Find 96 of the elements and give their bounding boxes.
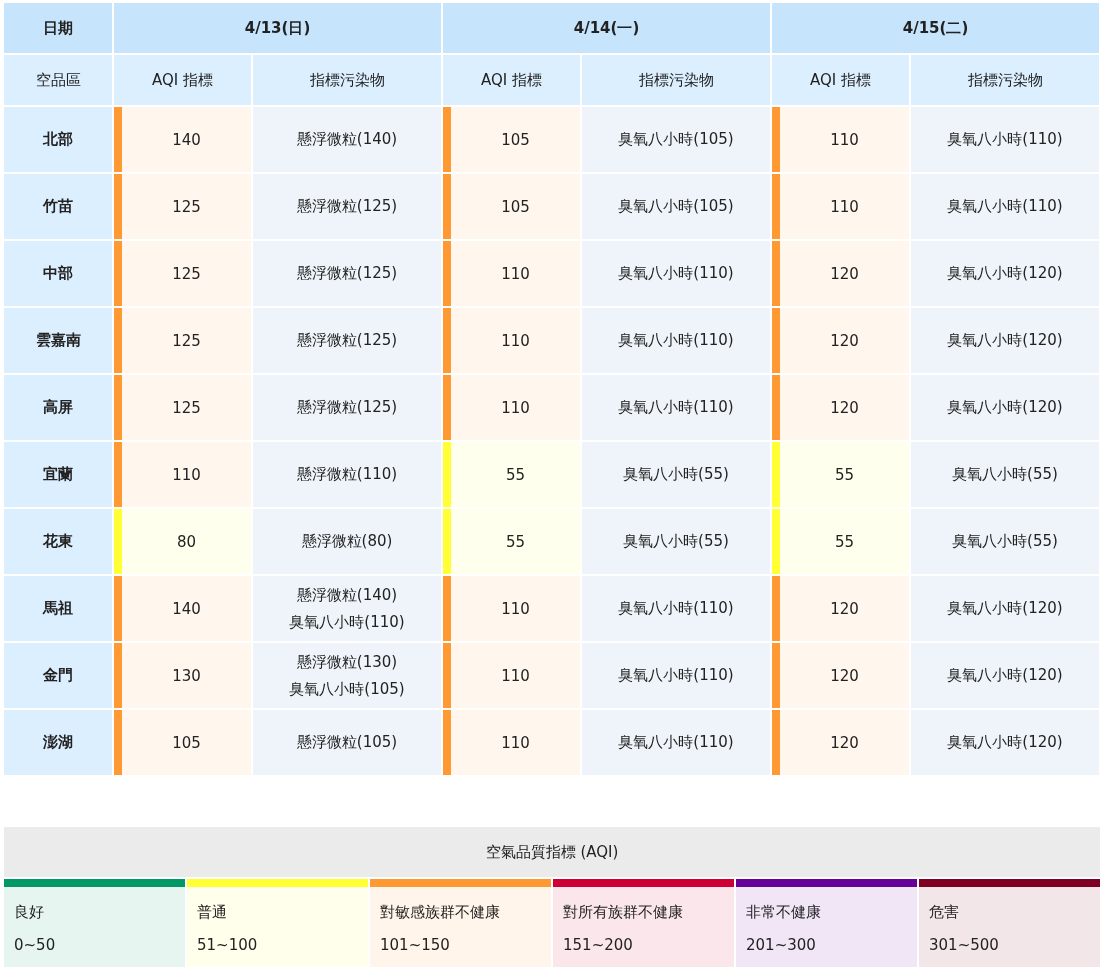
date-header: 4/15(二) (772, 3, 1099, 53)
pollutant-text: 臭氧八小時(120) (947, 264, 1063, 283)
aqi-value: 110 (171, 464, 202, 486)
aqi-value: 105 (500, 196, 531, 218)
level-label: 非常不健康 (746, 903, 822, 922)
aqi-value: 120 (829, 397, 860, 419)
pollutant-text: 臭氧八小時(120) (947, 666, 1063, 685)
pollutant-text: 懸浮微粒(105) (296, 733, 398, 752)
aqi-value: 125 (171, 196, 202, 218)
pollutant-text: 臭氧八小時(110) (947, 130, 1063, 149)
pollutant-text: 懸浮微粒(80) (301, 532, 393, 551)
region-cell: 花東 (4, 509, 112, 574)
region-cell: 高屏 (4, 375, 112, 440)
level-range: 51~100 (197, 936, 259, 954)
pollutant-text: 臭氧八小時(105) (618, 130, 734, 149)
legend-title: 空氣品質指標 (AQI) (4, 827, 1100, 877)
aqi-value: 110 (500, 598, 531, 620)
level-range: 151~200 (563, 936, 634, 954)
column-header: AQI 指標 (114, 55, 251, 105)
aqi-value: 105 (171, 732, 202, 754)
aqi-value: 120 (829, 263, 860, 285)
aqi-value: 125 (171, 263, 202, 285)
aqi-value: 125 (171, 397, 202, 419)
pollutant-text: 臭氧八小時(110) (947, 197, 1063, 216)
pollutant-text: 臭氧八小時(120) (947, 398, 1063, 417)
aqi-value: 55 (504, 464, 527, 486)
aqi-value: 140 (171, 598, 202, 620)
pollutant-text: 臭氧八小時(55) (952, 465, 1058, 484)
level-label: 對敏感族群不健康 (380, 903, 501, 922)
pollutant-text: 臭氧八小時(110) (618, 398, 734, 417)
pollutant-text: 臭氧八小時(110) (618, 599, 734, 618)
aqi-value: 110 (500, 330, 531, 352)
level-label: 良好 (14, 903, 45, 922)
pollutant-text: 臭氧八小時(110) (618, 331, 734, 350)
region-cell: 北部 (4, 107, 112, 172)
region-cell: 金門 (4, 643, 112, 708)
column-header: 指標污染物 (582, 55, 770, 105)
level-label: 對所有族群不健康 (563, 903, 684, 922)
region-cell: 澎湖 (4, 710, 112, 775)
pollutant-text: 臭氧八小時(120) (947, 331, 1063, 350)
pollutant-text: 臭氧八小時(110) (618, 264, 734, 283)
pollutant-text: 臭氧八小時(110) (618, 733, 734, 752)
pollutant-text: 臭氧八小時(110) (618, 666, 734, 685)
level-range: 0~50 (14, 936, 57, 954)
pollutant-text: 懸浮微粒(140) (296, 130, 398, 149)
pollutant-text: 臭氧八小時(105) (618, 197, 734, 216)
aqi-value: 120 (829, 732, 860, 754)
column-header: 指標污染物 (911, 55, 1099, 105)
aqi-value: 120 (829, 665, 860, 687)
aqi-value: 140 (171, 129, 202, 151)
pollutant-text: 臭氧八小時(110) (289, 612, 405, 632)
pollutant-text: 臭氧八小時(120) (947, 733, 1063, 752)
column-header: AQI 指標 (772, 55, 909, 105)
aqi-value: 120 (829, 598, 860, 620)
column-header: 日期 (4, 3, 112, 53)
aqi-value: 110 (829, 196, 860, 218)
aqi-value: 125 (171, 330, 202, 352)
level-label: 危害 (929, 903, 960, 922)
pollutant-text: 懸浮微粒(110) (296, 465, 398, 484)
pollutant-text: 臭氧八小時(120) (947, 599, 1063, 618)
level-range: 201~300 (746, 936, 817, 954)
pollutant-text: 臭氧八小時(55) (623, 532, 729, 551)
region-cell: 宜蘭 (4, 442, 112, 507)
pollutant-text: 懸浮微粒(125) (296, 331, 398, 350)
level-label: 普通 (197, 903, 228, 922)
column-header: AQI 指標 (443, 55, 580, 105)
aqi-value: 110 (829, 129, 860, 151)
aqi-value: 130 (171, 665, 202, 687)
aqi-value: 110 (500, 732, 531, 754)
aqi-value: 110 (500, 263, 531, 285)
aqi-value: 110 (500, 665, 531, 687)
date-header: 4/14(一) (443, 3, 770, 53)
aqi-value: 105 (500, 129, 531, 151)
region-cell: 馬祖 (4, 576, 112, 641)
pollutant-text: 懸浮微粒(125) (296, 264, 398, 283)
pollutant-text: 懸浮微粒(140) (296, 585, 398, 605)
column-header: 指標污染物 (253, 55, 441, 105)
aqi-value: 80 (175, 531, 198, 553)
pollutant-text: 臭氧八小時(105) (289, 679, 405, 699)
aqi-value: 55 (833, 464, 856, 486)
pollutant-text: 懸浮微粒(130) (296, 652, 398, 672)
date-header: 4/13(日) (114, 3, 441, 53)
aqi-value: 55 (833, 531, 856, 553)
region-cell: 竹苗 (4, 174, 112, 239)
level-range: 101~150 (380, 936, 451, 954)
aqi-value: 55 (504, 531, 527, 553)
pollutant-text: 臭氧八小時(55) (623, 465, 729, 484)
column-header: 空品區 (4, 55, 112, 105)
aqi-value: 120 (829, 330, 860, 352)
aqi-value: 110 (500, 397, 531, 419)
pollutant-text: 臭氧八小時(55) (952, 532, 1058, 551)
region-cell: 雲嘉南 (4, 308, 112, 373)
region-cell: 中部 (4, 241, 112, 306)
level-range: 301~500 (929, 936, 1000, 954)
pollutant-text: 懸浮微粒(125) (296, 398, 398, 417)
pollutant-text: 懸浮微粒(125) (296, 197, 398, 216)
